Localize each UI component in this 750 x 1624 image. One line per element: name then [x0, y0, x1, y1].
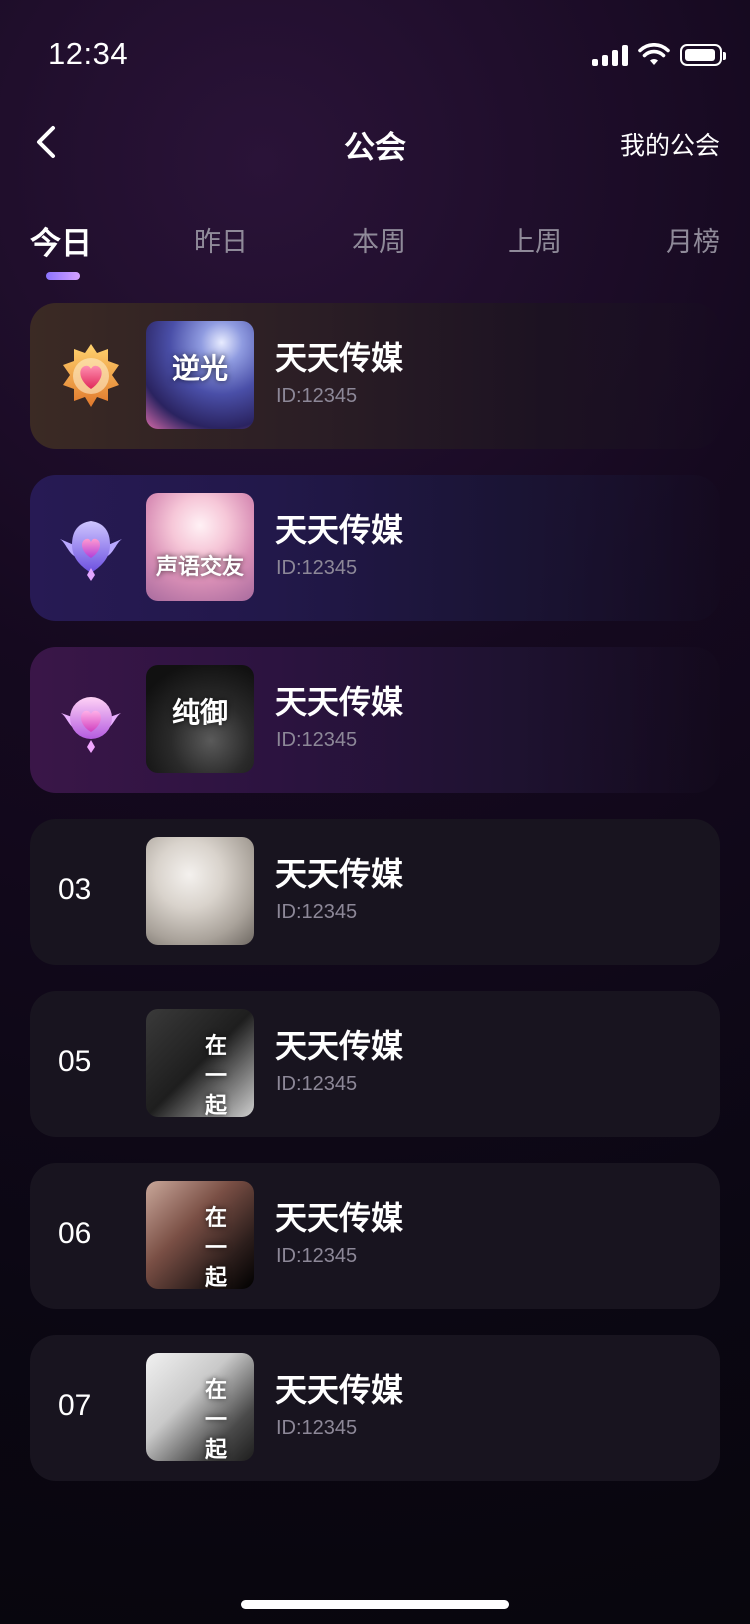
cover-title: 在一起: [204, 1033, 227, 1117]
guild-cover-image: 声语交友: [146, 493, 254, 601]
guild-name: 天天传媒: [275, 512, 404, 548]
guild-cover-image: 在一起: [146, 1353, 254, 1461]
cellular-signal-icon: [592, 44, 628, 66]
guild-id: ID:12345: [276, 901, 358, 923]
cover-title: 声语交友: [155, 554, 244, 580]
list-item[interactable]: 纯御 天天传媒 ID:12345: [30, 647, 720, 793]
list-item[interactable]: 05 在一起 天天传媒 ID:12345: [30, 991, 720, 1137]
tab-today[interactable]: 今日: [30, 218, 92, 263]
guild-name: 天天传媒: [275, 1200, 404, 1236]
cover-title: 纯御: [171, 696, 228, 729]
rank-number: 07: [58, 1389, 92, 1422]
cover-title: 在一起: [204, 1205, 227, 1289]
cover-title: 在一起: [204, 1377, 227, 1461]
purple-heart-badge-icon: [60, 521, 122, 581]
guild-id: ID:12345: [276, 729, 358, 751]
list-item[interactable]: 03 天天传媒 ID:12345: [30, 819, 720, 965]
cover-title: 逆光: [171, 352, 228, 385]
list-item[interactable]: 07 在一起 天天传媒 ID:12345: [30, 1335, 720, 1481]
guild-cover-image: 纯御: [146, 665, 254, 773]
guild-name: 天天传媒: [275, 856, 404, 892]
guild-name: 天天传媒: [275, 340, 404, 376]
rank-number: 03: [58, 873, 92, 906]
guild-name: 天天传媒: [275, 1028, 404, 1064]
guild-id: ID:12345: [276, 385, 358, 407]
status-time: 12:34: [48, 36, 129, 71]
guild-cover-image: [146, 837, 254, 945]
tab-monthly[interactable]: 月榜: [666, 220, 720, 259]
tab-yesterday[interactable]: 昨日: [194, 220, 248, 259]
tab-this-week[interactable]: 本周: [352, 220, 406, 259]
period-tabs: 今日 昨日 本周 上周 月榜: [30, 220, 720, 280]
active-tab-indicator: [46, 272, 80, 280]
wifi-icon: [638, 43, 670, 65]
list-item[interactable]: 声语交友 天天传媒 ID:12345: [30, 475, 720, 621]
gold-heart-badge-icon: [63, 344, 119, 407]
guild-id: ID:12345: [276, 1245, 358, 1267]
tab-last-week[interactable]: 上周: [508, 220, 562, 259]
rank-number: 05: [58, 1045, 92, 1078]
guild-cover-image: 在一起: [146, 1181, 254, 1289]
guild-cover-image: 逆光: [146, 321, 254, 429]
status-icons: [592, 43, 726, 67]
pink-heart-badge-icon: [61, 697, 121, 753]
guild-id: ID:12345: [276, 557, 358, 579]
my-guild-button[interactable]: 我的公会: [620, 126, 720, 162]
guild-id: ID:12345: [276, 1073, 358, 1095]
rank-number: 06: [58, 1217, 92, 1250]
list-item[interactable]: 逆光 天天传媒 ID:12345: [30, 303, 720, 449]
home-indicator[interactable]: [241, 1600, 509, 1609]
list-item[interactable]: 06 在一起 天天传媒 ID:12345: [30, 1163, 720, 1309]
guild-id: ID:12345: [276, 1417, 358, 1439]
guild-name: 天天传媒: [275, 684, 404, 720]
guild-cover-image: 在一起: [146, 1009, 254, 1117]
status-bar: 12:34: [0, 0, 750, 100]
battery-icon: [680, 44, 726, 66]
guild-name: 天天传媒: [275, 1372, 404, 1408]
